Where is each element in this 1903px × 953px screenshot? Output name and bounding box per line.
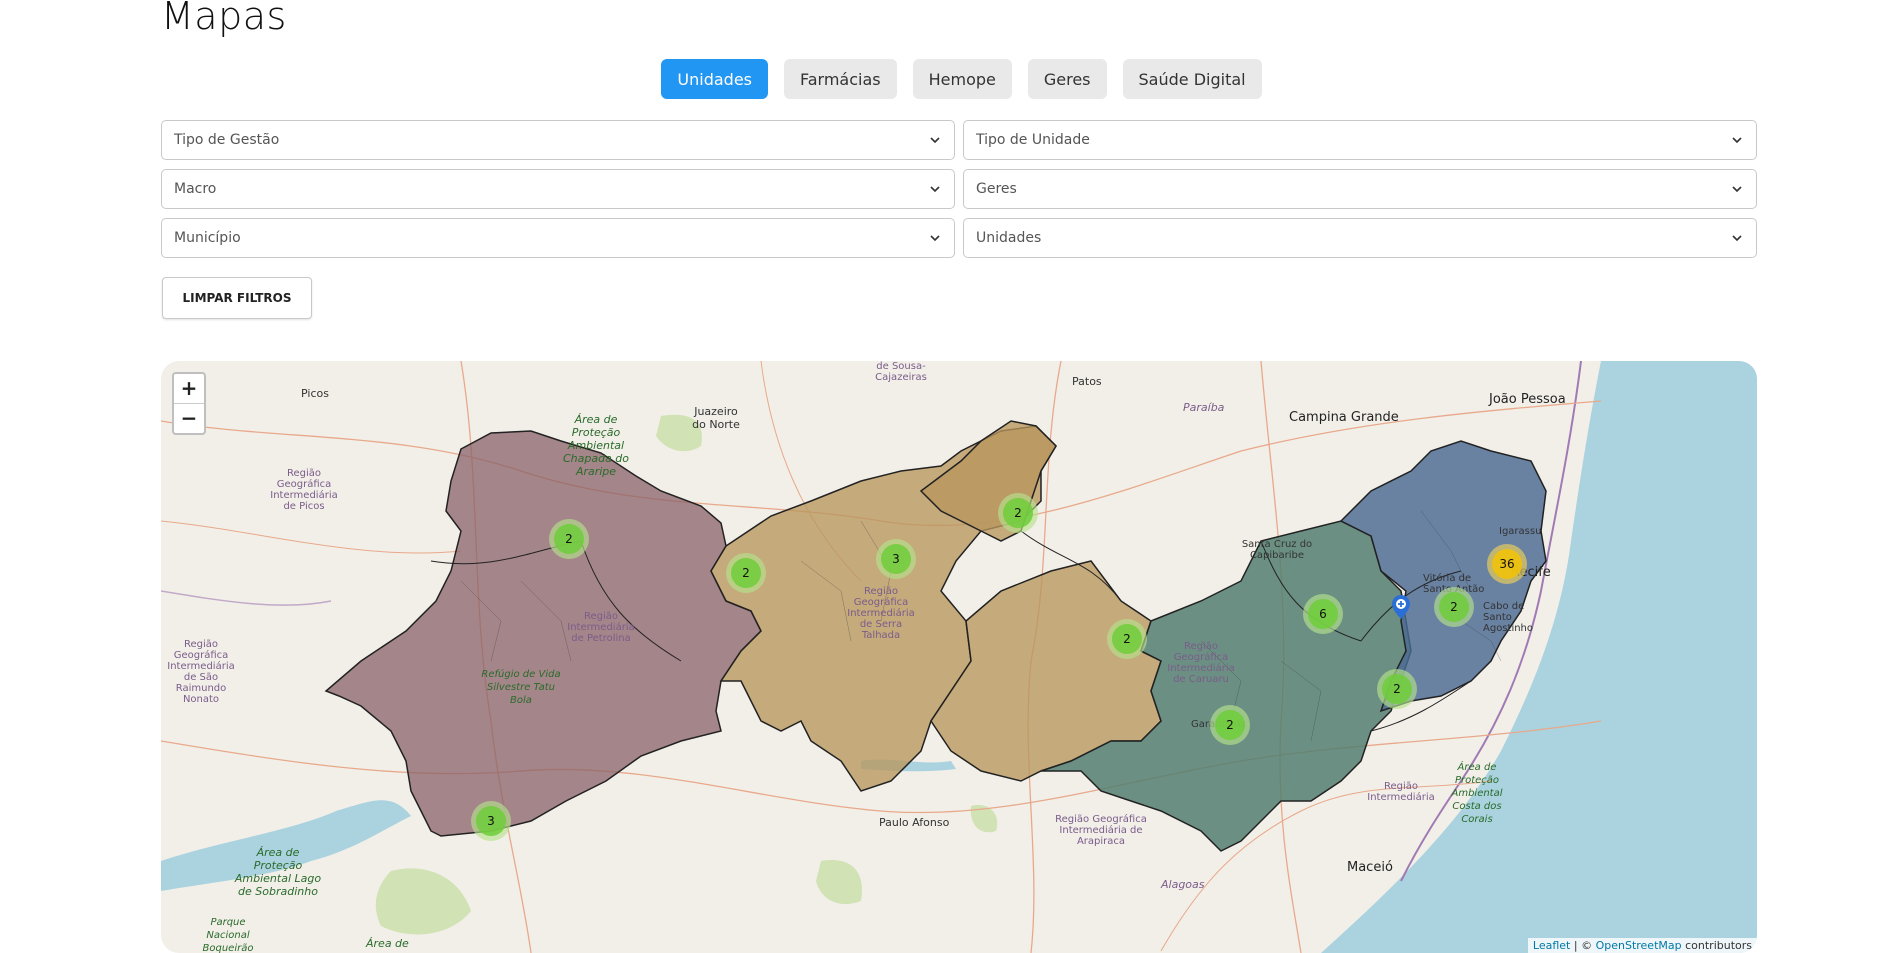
- cluster-count: 3: [476, 806, 506, 836]
- map-label-sousa: de Sousa-Cajazeiras: [875, 361, 927, 383]
- chevron-down-icon: [930, 235, 940, 242]
- cluster-marker[interactable]: 2: [1210, 705, 1250, 745]
- map-label-patos: Patos: [1072, 375, 1102, 388]
- osm-link[interactable]: OpenStreetMap: [1596, 939, 1682, 952]
- cluster-marker[interactable]: 2: [1107, 619, 1147, 659]
- map-label-reg-regiao: Região Intermediária: [1367, 781, 1435, 803]
- map-label-reg-serra: Região Geográfica Intermediária de Serra…: [847, 586, 915, 641]
- chevron-down-icon: [1732, 137, 1742, 144]
- cluster-marker[interactable]: 2: [998, 493, 1038, 533]
- cluster-marker[interactable]: 2: [549, 519, 589, 559]
- cluster-count: 6: [1308, 599, 1338, 629]
- chevron-down-icon: [1732, 235, 1742, 242]
- map-label-paulo-afonso: Paulo Afonso: [879, 816, 950, 829]
- map-attribution: Leaflet | © OpenStreetMap contributors: [1527, 938, 1757, 953]
- tab-hemope[interactable]: Hemope: [912, 59, 1012, 99]
- map-label-caruaru: Região Geográfica Intermediária de Carua…: [1167, 641, 1235, 685]
- tipo-unidade-placeholder: Tipo de Unidade: [976, 132, 1090, 148]
- location-pin-icon[interactable]: [1392, 595, 1410, 619]
- tab-geres[interactable]: Geres: [1027, 59, 1107, 99]
- map-label-area-de: Área de: [366, 937, 409, 950]
- map-label-maceio: Maceió: [1347, 860, 1393, 875]
- zoom-in-button[interactable]: +: [174, 374, 204, 404]
- macro-placeholder: Macro: [174, 181, 217, 197]
- map-view[interactable]: + − Picos Juazeiro do Norte de Sousa-Caj…: [161, 361, 1757, 953]
- geres-select[interactable]: Geres: [963, 169, 1757, 209]
- map-label-igarassu: Igarassu: [1499, 526, 1542, 537]
- cluster-count: 2: [1439, 592, 1469, 622]
- tab-saude-digital[interactable]: Saúde Digital: [1122, 59, 1262, 99]
- clear-filters-button[interactable]: LIMPAR FILTROS: [162, 277, 312, 319]
- macro-select[interactable]: Macro: [161, 169, 955, 209]
- map-label-cabo: Cabo de Santo Agostinho: [1483, 601, 1534, 634]
- map-label-picos: Picos: [301, 387, 329, 400]
- cluster-marker[interactable]: 6: [1303, 594, 1343, 634]
- cluster-count: 36: [1492, 549, 1522, 579]
- map-label-juazeiro: Juazeiro do Norte: [692, 405, 740, 431]
- filter-panel: Tipo de Gestão Tipo de Unidade Macro Ger…: [161, 120, 1757, 258]
- map-label-campina-grande: Campina Grande: [1289, 410, 1399, 425]
- map-label-apa-sobradinho: Área de Proteção Ambiental Lago de Sobra…: [234, 846, 322, 898]
- map-label-alagoas: Alagoas: [1161, 878, 1205, 891]
- map-label-arapiraca: Região Geográfica Intermediária de Arapi…: [1055, 814, 1147, 847]
- map-tabs: Unidades Farmácias Hemope Geres Saúde Di…: [0, 59, 1903, 99]
- cluster-count: 2: [731, 558, 761, 588]
- map-label-refugio: Refúgio de Vida Silvestre Tatu Bola: [481, 669, 561, 706]
- cluster-count: 2: [1215, 710, 1245, 740]
- unidades-select[interactable]: Unidades: [963, 218, 1757, 258]
- tab-unidades[interactable]: Unidades: [661, 59, 768, 99]
- map-label-reg-sao-raimundo: Região Geográfica Intermediária de São R…: [167, 639, 235, 705]
- municipio-placeholder: Município: [174, 230, 241, 246]
- cluster-marker-large[interactable]: 36: [1487, 544, 1527, 584]
- chevron-down-icon: [930, 186, 940, 193]
- map-label-reg-picos: Região Geográfica Intermediária de Picos: [270, 468, 338, 512]
- municipio-select[interactable]: Município: [161, 218, 955, 258]
- chevron-down-icon: [1732, 186, 1742, 193]
- cluster-count: 2: [1003, 498, 1033, 528]
- tab-farmacias[interactable]: Farmácias: [784, 59, 897, 99]
- map-label-santa-cruz: Santa Cruz do Capibaribe: [1241, 539, 1313, 561]
- chevron-down-icon: [930, 137, 940, 144]
- cluster-count: 3: [881, 544, 911, 574]
- cluster-count: 2: [1382, 674, 1412, 704]
- cluster-marker[interactable]: 3: [471, 801, 511, 841]
- tipo-unidade-select[interactable]: Tipo de Unidade: [963, 120, 1757, 160]
- cluster-count: 2: [1112, 624, 1142, 654]
- map-label-reg-petrolina: Região Intermediária de Petrolina: [567, 611, 635, 644]
- cluster-marker[interactable]: 2: [1434, 587, 1474, 627]
- cluster-marker[interactable]: 3: [876, 539, 916, 579]
- map-label-apa-corais: Área de Proteção Ambiental Costa dos Cor…: [1451, 762, 1503, 825]
- attribution-separator: | ©: [1570, 939, 1596, 952]
- unidades-placeholder: Unidades: [976, 230, 1042, 246]
- tipo-gestao-placeholder: Tipo de Gestão: [174, 132, 280, 148]
- map-label-apa-araripe: Área de Proteção Ambiental Chapada do Ar…: [562, 413, 630, 478]
- zoom-control: + −: [172, 372, 206, 435]
- map-base-layer: [161, 361, 1757, 953]
- cluster-marker[interactable]: 2: [726, 553, 766, 593]
- page-title: Mapas: [161, 0, 287, 38]
- leaflet-link[interactable]: Leaflet: [1533, 939, 1570, 952]
- map-label-joao-pessoa: João Pessoa: [1489, 392, 1566, 407]
- attribution-suffix: contributors: [1681, 939, 1752, 952]
- map-label-paraiba: Paraíba: [1183, 401, 1225, 414]
- geres-placeholder: Geres: [976, 181, 1017, 197]
- cluster-marker[interactable]: 2: [1377, 669, 1417, 709]
- map-label-parque: Parque Nacional Boqueirão: [202, 917, 254, 953]
- cluster-count: 2: [554, 524, 584, 554]
- zoom-out-button[interactable]: −: [174, 404, 204, 433]
- tipo-gestao-select[interactable]: Tipo de Gestão: [161, 120, 955, 160]
